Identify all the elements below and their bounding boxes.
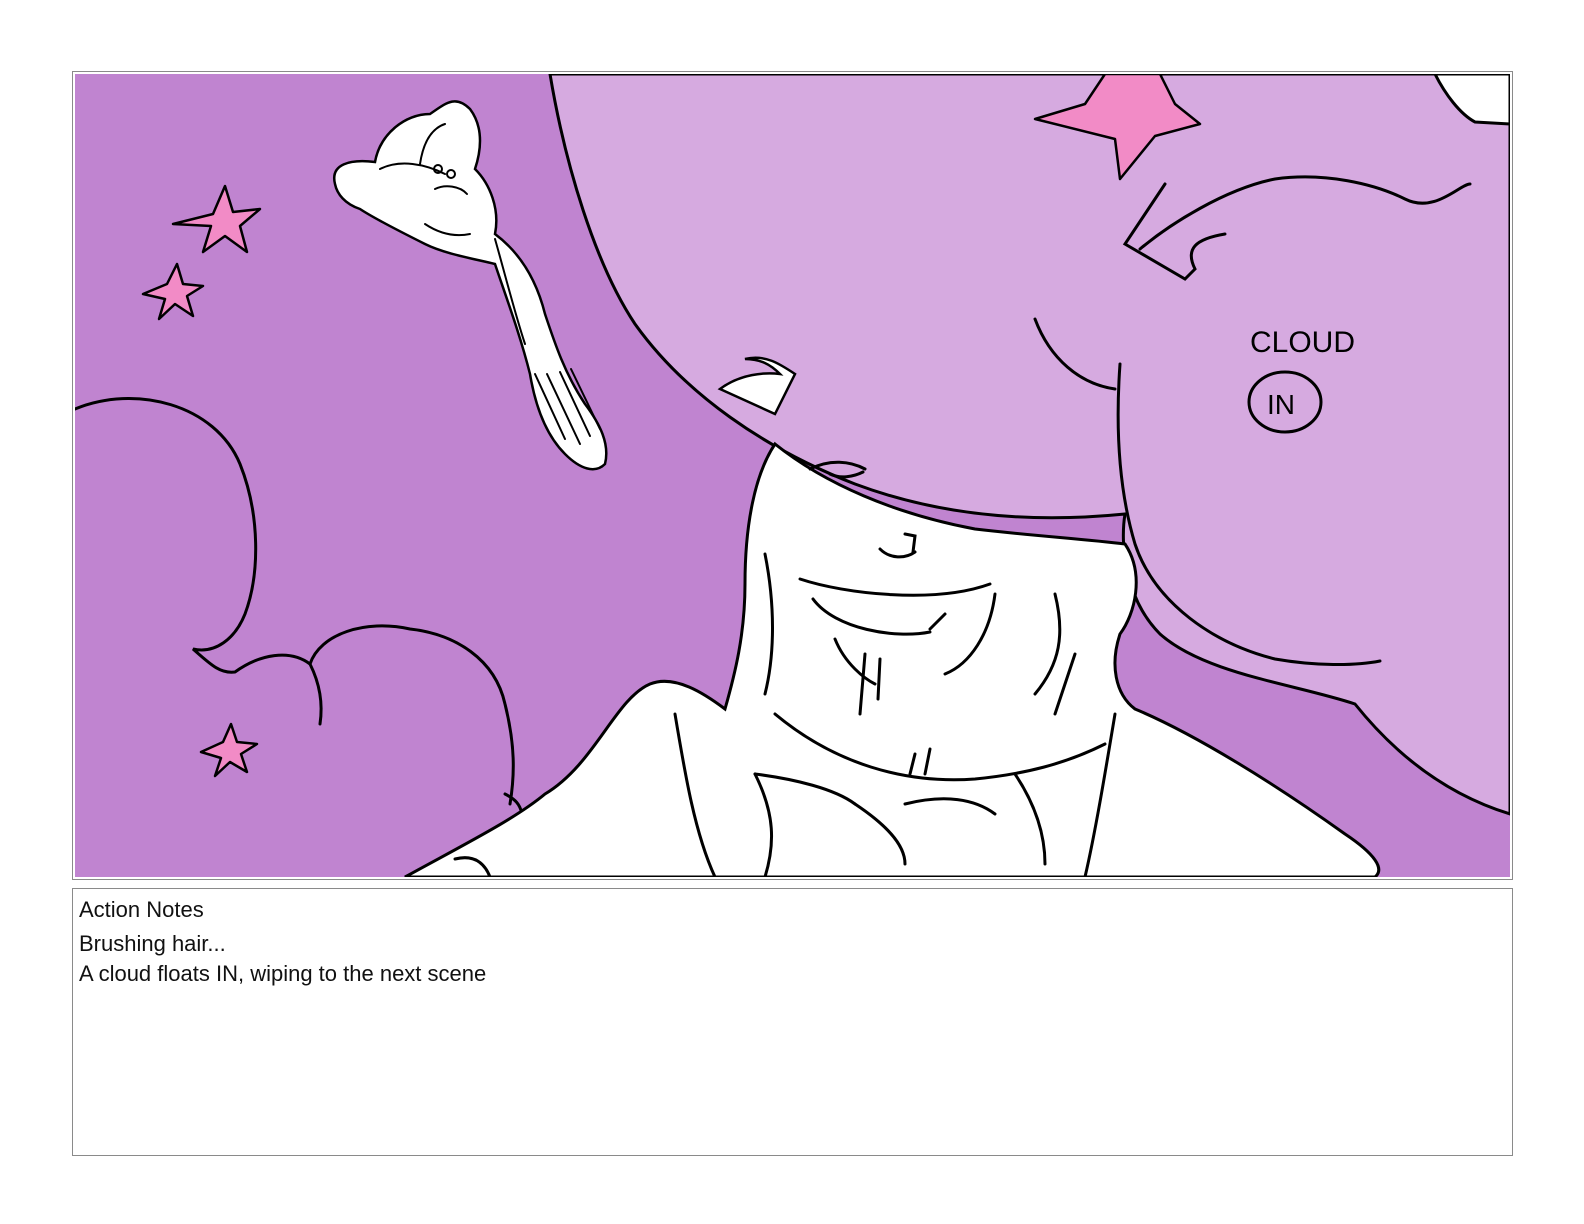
panel-drawing: CLOUD IN [75, 74, 1510, 877]
action-notes-heading: Action Notes [79, 897, 204, 922]
action-note-line: A cloud floats IN, wiping to the next sc… [79, 961, 487, 986]
sketch-note-in: IN [1267, 389, 1295, 420]
action-note-line: Brushing hair... [79, 931, 226, 956]
storyboard-panel: CLOUD IN [72, 71, 1513, 880]
action-notes: Action Notes Brushing hair... A cloud fl… [72, 888, 1513, 1156]
sketch-note-cloud: CLOUD [1250, 326, 1355, 359]
